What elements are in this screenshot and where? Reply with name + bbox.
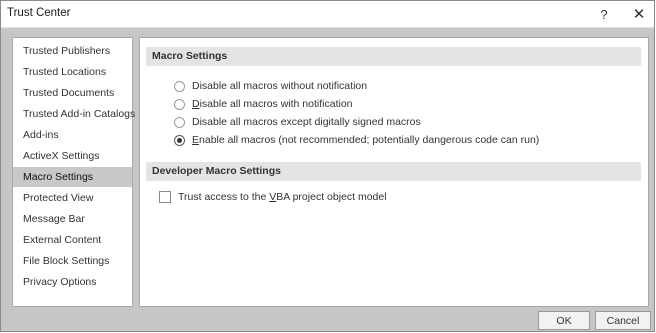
sidebar-item-activex-settings[interactable]: ActiveX Settings — [13, 146, 132, 166]
sidebar-item-file-block-settings[interactable]: File Block Settings — [13, 251, 132, 271]
sidebar-item-add-ins[interactable]: Add-ins — [13, 125, 132, 145]
dialog-title: Trust Center — [7, 7, 71, 19]
radio-label: Disable all macros without notification — [192, 80, 368, 92]
radio-button[interactable] — [174, 116, 185, 128]
radio-disable-with-notification[interactable]: Disable all macros with notification — [174, 96, 353, 112]
radio-disable-without-notification[interactable]: Disable all macros without notification — [174, 78, 367, 94]
checkbox-label: Trust access to the VBA project object m… — [178, 191, 387, 203]
sidebar-item-trusted-locations[interactable]: Trusted Locations — [13, 62, 132, 82]
sidebar-item-trusted-publishers[interactable]: Trusted Publishers — [13, 41, 132, 61]
trust-vba-access-checkbox-row[interactable]: Trust access to the VBA project object m… — [159, 189, 387, 205]
sidebar-item-protected-view[interactable]: Protected View — [13, 188, 132, 208]
help-button[interactable]: ? — [593, 4, 615, 24]
radio-button[interactable] — [174, 80, 185, 92]
ok-button[interactable]: OK — [538, 311, 590, 330]
title-bar: Trust Center ? ✕ — [1, 1, 654, 28]
radio-button[interactable] — [174, 98, 185, 110]
trust-center-dialog: Trust Center ? ✕ Trusted Publishers Trus… — [0, 0, 655, 332]
radio-label: Disable all macros except digitally sign… — [192, 116, 421, 128]
radio-disable-except-signed[interactable]: Disable all macros except digitally sign… — [174, 114, 421, 130]
sidebar-item-message-bar[interactable]: Message Bar — [13, 209, 132, 229]
sidebar-item-trusted-documents[interactable]: Trusted Documents — [13, 83, 132, 103]
sidebar-item-privacy-options[interactable]: Privacy Options — [13, 272, 132, 292]
developer-macro-settings-header: Developer Macro Settings — [146, 162, 641, 181]
settings-panel: Macro Settings Disable all macros withou… — [139, 37, 649, 307]
radio-enable-all-macros[interactable]: Enable all macros (not recommended; pote… — [174, 132, 539, 148]
sidebar-nav: Trusted Publishers Trusted Locations Tru… — [12, 37, 135, 307]
cancel-button[interactable]: Cancel — [595, 311, 651, 330]
checkbox[interactable] — [159, 191, 171, 203]
sidebar-item-external-content[interactable]: External Content — [13, 230, 132, 250]
sidebar-item-macro-settings[interactable]: Macro Settings — [13, 167, 132, 187]
sidebar-item-trusted-add-in-catalogs[interactable]: Trusted Add-in Catalogs — [13, 104, 135, 124]
radio-label: Disable all macros with notification — [192, 98, 353, 110]
radio-label: Enable all macros (not recommended; pote… — [192, 134, 540, 146]
macro-settings-header: Macro Settings — [146, 47, 641, 66]
radio-button-selected[interactable] — [174, 134, 185, 146]
close-button[interactable]: ✕ — [628, 4, 650, 24]
